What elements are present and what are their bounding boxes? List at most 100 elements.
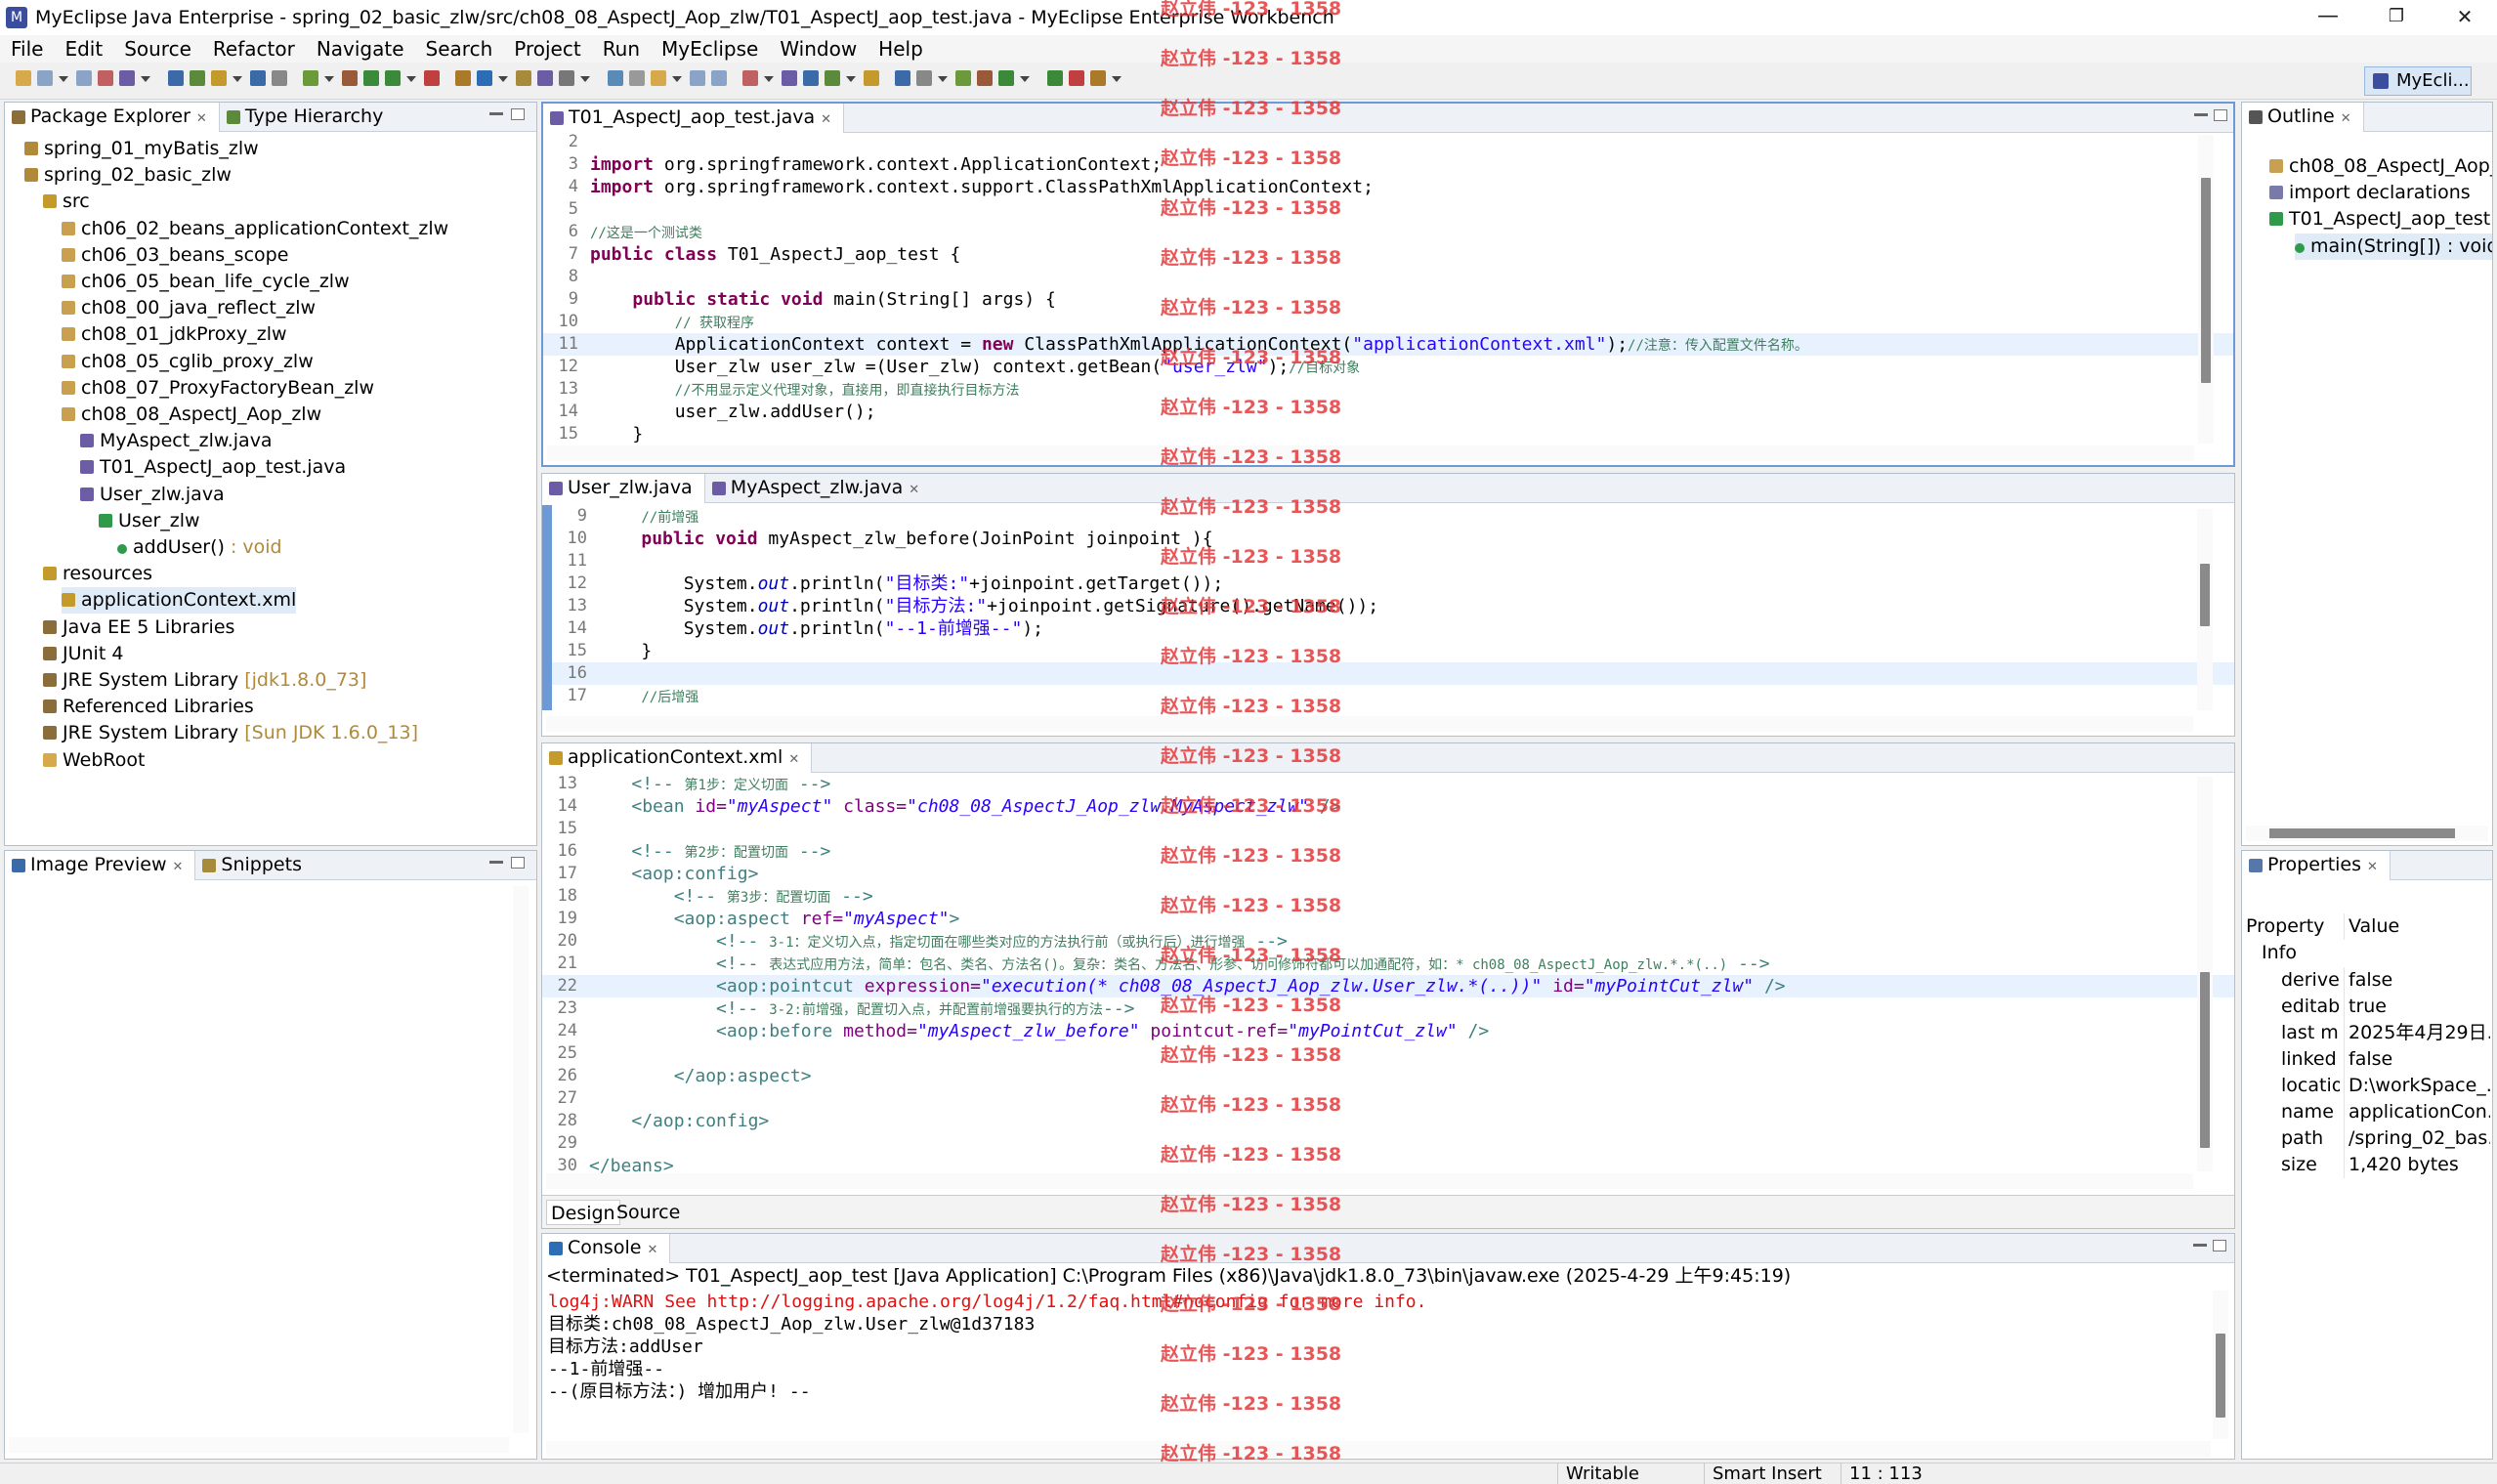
- maximize-view-icon[interactable]: [2213, 1240, 2226, 1251]
- tree-item[interactable]: JRE System Library [jdk1.8.0_73]: [43, 667, 366, 694]
- toolbar-button-icon[interactable]: [1069, 70, 1084, 86]
- property-row[interactable]: editabletrue: [2242, 994, 2492, 1020]
- toolbar-button-icon[interactable]: [955, 70, 971, 86]
- tree-item[interactable]: ch08_00_java_reflect_zlw: [62, 295, 316, 321]
- tab-myaspect-zlw[interactable]: MyAspect_zlw.java ✕: [705, 474, 931, 503]
- toolbar-button-icon[interactable]: [629, 70, 645, 86]
- toolbar-button-icon[interactable]: [608, 70, 623, 86]
- property-row[interactable]: last modified2025年4月29日...: [2242, 1020, 2492, 1046]
- toolbar-button-icon[interactable]: [76, 70, 92, 86]
- tab-user-zlw[interactable]: User_zlw.java: [542, 474, 705, 503]
- tree-item[interactable]: T01_AspectJ_aop_test: [2269, 206, 2490, 233]
- tab-t01-aspectj-aop-test[interactable]: T01_AspectJ_aop_test.java ✕: [543, 104, 844, 133]
- tree-item[interactable]: src: [43, 189, 90, 215]
- menu-file[interactable]: File: [0, 35, 54, 63]
- close-tab-icon[interactable]: ✕: [2341, 111, 2351, 126]
- tree-item[interactable]: import declarations: [2269, 180, 2471, 206]
- close-tab-icon[interactable]: ✕: [2367, 860, 2378, 874]
- tree-item[interactable]: spring_02_basic_zlw: [24, 162, 232, 189]
- menu-myeclipse[interactable]: MyEclipse: [651, 35, 769, 63]
- toolbar-button-icon[interactable]: [864, 70, 879, 86]
- dropdown-arrow-icon[interactable]: [141, 76, 150, 82]
- dropdown-arrow-icon[interactable]: [672, 76, 682, 82]
- menu-refactor[interactable]: Refactor: [202, 35, 306, 63]
- tree-item[interactable]: Referenced Libraries: [43, 694, 254, 720]
- toolbar-button-icon[interactable]: [782, 70, 797, 86]
- editor1-hscrollbar[interactable]: [547, 445, 2194, 461]
- minimize-view-icon[interactable]: [489, 112, 503, 115]
- tab-console[interactable]: Console ✕: [542, 1234, 671, 1263]
- toolbar-button-icon[interactable]: [272, 70, 287, 86]
- editor2-code[interactable]: 9 //前增强 10 public void myAspect_zlw_befor…: [542, 505, 2234, 710]
- toolbar-button-icon[interactable]: [16, 70, 31, 86]
- minimize-view-icon[interactable]: [2194, 113, 2208, 116]
- toolbar-button-icon[interactable]: [651, 70, 666, 86]
- menu-project[interactable]: Project: [503, 35, 591, 63]
- close-tab-icon[interactable]: ✕: [196, 111, 207, 126]
- toolbar-button-icon[interactable]: [803, 70, 819, 86]
- menu-edit[interactable]: Edit: [54, 35, 113, 63]
- menu-help[interactable]: Help: [868, 35, 934, 63]
- tree-item[interactable]: User_zlw: [99, 508, 200, 534]
- tab-properties[interactable]: Properties ✕: [2242, 851, 2391, 880]
- console-vscrollbar[interactable]: [2213, 1291, 2228, 1439]
- close-tab-icon[interactable]: ✕: [788, 752, 799, 767]
- dropdown-arrow-icon[interactable]: [498, 76, 508, 82]
- toolbar-button-icon[interactable]: [895, 70, 910, 86]
- property-row[interactable]: locationD:\workSpace_...: [2242, 1073, 2492, 1099]
- minimize-view-icon[interactable]: [489, 861, 503, 864]
- toolbar-button-icon[interactable]: [455, 70, 471, 86]
- menu-source[interactable]: Source: [113, 35, 202, 63]
- tree-item[interactable]: User_zlw.java: [80, 482, 225, 508]
- tree-item[interactable]: T01_AspectJ_aop_test.java: [80, 454, 346, 481]
- property-row[interactable]: linked false: [2242, 1046, 2492, 1073]
- tab-package-explorer[interactable]: Package Explorer ✕: [5, 103, 220, 132]
- toolbar-button-icon[interactable]: [363, 70, 379, 86]
- close-tab-icon[interactable]: ✕: [647, 1243, 657, 1257]
- tree-item[interactable]: ch08_05_cglib_proxy_zlw: [62, 349, 314, 375]
- dropdown-arrow-icon[interactable]: [233, 76, 242, 82]
- editor2-vscrollbar[interactable]: [2197, 509, 2213, 710]
- tree-item[interactable]: resources: [43, 561, 152, 587]
- tree-item[interactable]: MyAspect_zlw.java: [80, 428, 273, 454]
- menu-window[interactable]: Window: [769, 35, 868, 63]
- perspective-button[interactable]: MyEcli...: [2364, 66, 2472, 96]
- close-button[interactable]: ✕: [2431, 0, 2497, 35]
- editor3-hscrollbar[interactable]: [546, 1173, 2193, 1189]
- property-row[interactable]: derivedfalse: [2242, 967, 2492, 994]
- tree-item[interactable]: ch08_08_AspectJ_Aop_z: [2269, 153, 2492, 180]
- dropdown-arrow-icon[interactable]: [938, 76, 948, 82]
- toolbar-button-icon[interactable]: [342, 70, 358, 86]
- tree-item[interactable]: ch08_08_AspectJ_Aop_zlw: [62, 402, 321, 428]
- minimize-view-icon[interactable]: [2193, 1244, 2207, 1247]
- scroll-thumb[interactable]: [2200, 564, 2210, 626]
- tab-application-context-xml[interactable]: applicationContext.xml ✕: [542, 743, 813, 773]
- image-preview-vscrollbar[interactable]: [513, 886, 529, 1433]
- tab-image-preview[interactable]: Image Preview ✕: [5, 851, 196, 880]
- dropdown-arrow-icon[interactable]: [1112, 76, 1122, 82]
- toolbar-button-icon[interactable]: [537, 70, 553, 86]
- property-row[interactable]: path/spring_02_bas...: [2242, 1125, 2492, 1152]
- toolbar-button-icon[interactable]: [37, 70, 53, 86]
- tree-item[interactable]: main(String[]) : void: [2295, 233, 2492, 260]
- dropdown-arrow-icon[interactable]: [580, 76, 590, 82]
- editor2-hscrollbar[interactable]: [546, 716, 2193, 732]
- menu-search[interactable]: Search: [415, 35, 504, 63]
- tree-item[interactable]: spring_01_myBatis_zlw: [24, 136, 259, 162]
- toolbar-button-icon[interactable]: [211, 70, 227, 86]
- minimize-button[interactable]: —: [2294, 0, 2362, 35]
- toolbar-button-icon[interactable]: [250, 70, 266, 86]
- scroll-thumb[interactable]: [2201, 178, 2211, 383]
- editor1-code[interactable]: 2 3 import org.springframework.context.App…: [543, 131, 2233, 445]
- tree-item[interactable]: addUser() : void: [117, 534, 282, 561]
- dropdown-arrow-icon[interactable]: [59, 76, 68, 82]
- toolbar-button-icon[interactable]: [711, 70, 727, 86]
- toolbar-button-icon[interactable]: [998, 70, 1014, 86]
- property-column-header[interactable]: Property: [2242, 913, 2340, 940]
- dropdown-arrow-icon[interactable]: [1020, 76, 1030, 82]
- close-tab-icon[interactable]: ✕: [821, 112, 831, 127]
- toolbar-button-icon[interactable]: [916, 70, 932, 86]
- value-column-header[interactable]: Value: [2344, 913, 2490, 940]
- scroll-thumb[interactable]: [2269, 828, 2455, 838]
- close-tab-icon[interactable]: ✕: [909, 483, 919, 497]
